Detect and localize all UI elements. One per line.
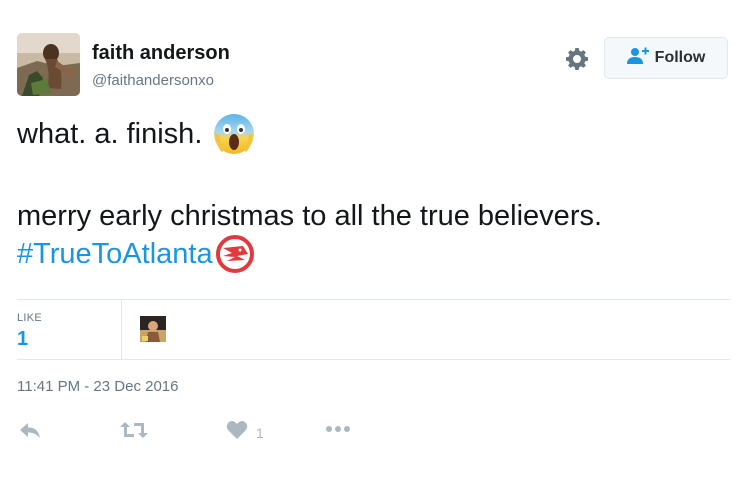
liker-avatar[interactable] — [140, 316, 166, 342]
tweet-line-2-text: merry early christmas to all the true be… — [17, 200, 603, 232]
user-handle[interactable]: @faithandersonxo — [92, 72, 214, 89]
tweet-line-1: what. a. finish. — [17, 112, 727, 156]
follow-button[interactable]: Follow — [604, 37, 728, 79]
user-name[interactable]: faith anderson — [92, 42, 230, 65]
add-user-icon — [626, 47, 649, 70]
avatar[interactable] — [17, 33, 80, 96]
tweet-timestamp[interactable]: 11:41 PM - 23 Dec 2016 — [17, 378, 178, 395]
like-action-count: 1 — [256, 424, 264, 441]
divider-top — [17, 299, 730, 300]
tweet-text: what. a. finish. merry early christmas t… — [17, 112, 727, 273]
likes-count[interactable]: 1 — [17, 328, 28, 351]
hashtag-link[interactable]: #TrueToAtlanta — [17, 235, 213, 273]
stats-vertical-divider — [121, 300, 122, 359]
tweet-line-1-text: what. a. finish. — [17, 118, 203, 150]
heart-icon — [226, 420, 248, 445]
like-button[interactable]: 1 — [226, 420, 264, 445]
screaming-face-emoji-icon — [212, 112, 256, 156]
gear-icon[interactable] — [565, 47, 589, 71]
retweet-icon — [120, 420, 148, 445]
tweet-line-2: merry early christmas to all the true be… — [17, 197, 727, 235]
reply-icon — [19, 420, 41, 445]
atlanta-hawks-logo-icon — [215, 234, 255, 274]
more-button[interactable] — [325, 420, 351, 438]
reply-button[interactable] — [19, 420, 41, 445]
divider-bottom — [17, 359, 730, 360]
follow-label: Follow — [654, 49, 706, 66]
more-dots-icon — [325, 420, 351, 438]
tweet-line-3: #TrueToAtlanta — [17, 235, 727, 273]
retweet-button[interactable] — [120, 420, 148, 445]
likes-label: LIKE — [17, 312, 43, 324]
